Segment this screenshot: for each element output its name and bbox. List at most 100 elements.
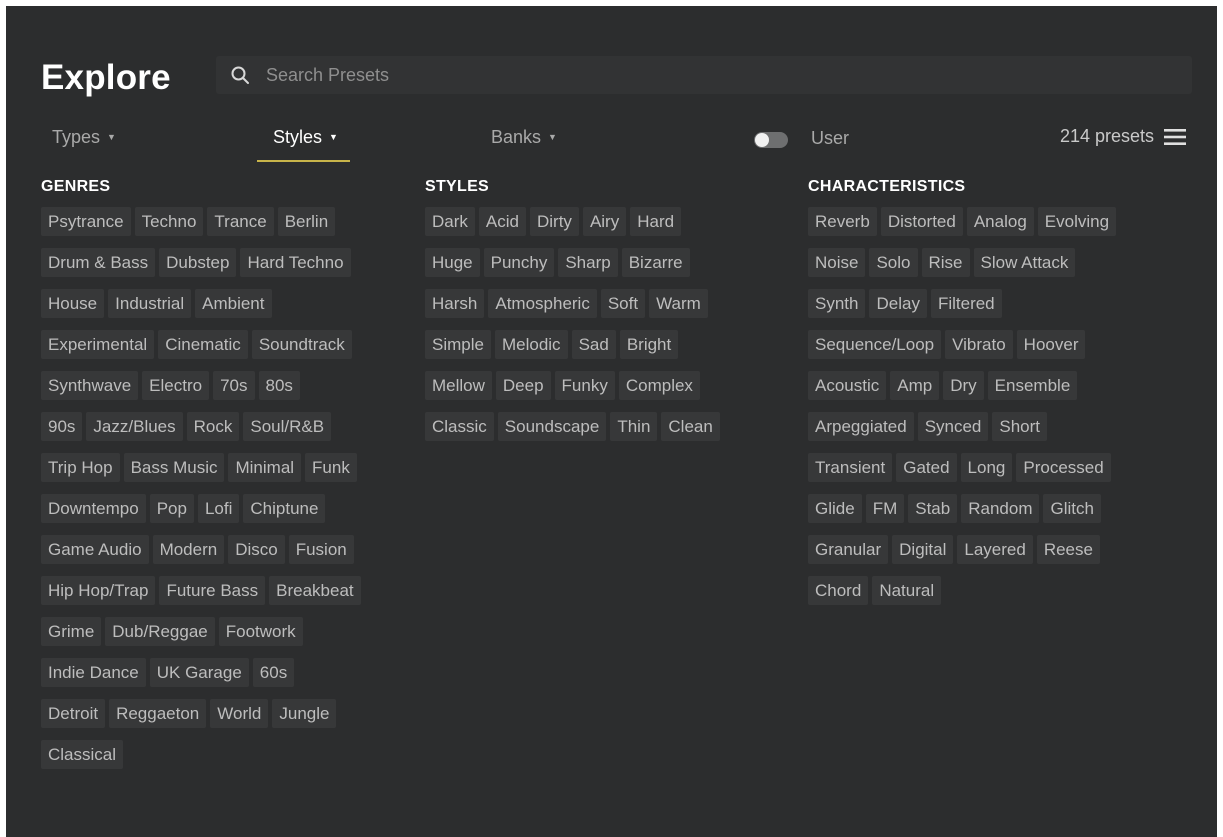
styles-dropdown[interactable]: Styles ▼ (273, 127, 338, 148)
filter-tag[interactable]: Glitch (1043, 494, 1101, 523)
filter-tag[interactable]: Dark (425, 207, 475, 236)
filter-tag[interactable]: Processed (1016, 453, 1111, 482)
filter-tag[interactable]: Classical (41, 740, 124, 769)
filter-tag[interactable]: Amp (890, 371, 940, 400)
filter-tag[interactable]: Arpeggiated (808, 412, 914, 441)
filter-tag[interactable]: Dub/Reggae (105, 617, 215, 646)
filter-tag[interactable]: Jungle (272, 699, 337, 728)
filter-tag[interactable]: Soft (600, 289, 646, 318)
filter-tag[interactable]: Stab (908, 494, 958, 523)
filter-tag[interactable]: Psytrance (41, 207, 131, 236)
filter-tag[interactable]: 90s (41, 412, 83, 441)
filter-tag[interactable]: Mellow (425, 371, 492, 400)
filter-tag[interactable]: World (210, 699, 269, 728)
filter-tag[interactable]: Dirty (529, 207, 579, 236)
search-input[interactable] (264, 63, 1168, 87)
filter-tag[interactable]: Warm (649, 289, 708, 318)
filter-tag[interactable]: Vibrato (945, 330, 1013, 359)
filter-tag[interactable]: Modern (152, 535, 225, 564)
filter-tag[interactable]: Synthwave (41, 371, 139, 400)
filter-tag[interactable]: Synth (808, 289, 866, 318)
filter-tag[interactable]: Funky (554, 371, 615, 400)
filter-tag[interactable]: Melodic (494, 330, 568, 359)
filter-tag[interactable]: Techno (134, 207, 204, 236)
filter-tag[interactable]: Electro (142, 371, 210, 400)
filter-tag[interactable]: Ambient (195, 289, 272, 318)
filter-tag[interactable]: Glide (808, 494, 862, 523)
search-bar[interactable] (216, 56, 1192, 94)
filter-tag[interactable]: Chord (808, 576, 869, 605)
filter-tag[interactable]: Reverb (808, 207, 877, 236)
filter-tag[interactable]: Simple (425, 330, 491, 359)
banks-dropdown[interactable]: Banks ▼ (491, 127, 557, 148)
filter-tag[interactable]: Slow Attack (973, 248, 1076, 277)
filter-tag[interactable]: Random (961, 494, 1040, 523)
filter-tag[interactable]: Cinematic (158, 330, 248, 359)
filter-tag[interactable]: Trip Hop (41, 453, 120, 482)
filter-tag[interactable]: Bright (619, 330, 679, 359)
filter-tag[interactable]: Delay (869, 289, 927, 318)
filter-tag[interactable]: Synced (917, 412, 989, 441)
filter-tag[interactable]: Rise (921, 248, 970, 277)
types-dropdown[interactable]: Types ▼ (52, 127, 116, 148)
filter-tag[interactable]: Natural (872, 576, 942, 605)
filter-tag[interactable]: UK Garage (149, 658, 249, 687)
filter-tag[interactable]: Granular (808, 535, 889, 564)
filter-tag[interactable]: Acid (478, 207, 526, 236)
filter-tag[interactable]: Drum & Bass (41, 248, 156, 277)
filter-tag[interactable]: Reggaeton (109, 699, 207, 728)
filter-tag[interactable]: Transient (808, 453, 893, 482)
filter-tag[interactable]: Hip Hop/Trap (41, 576, 156, 605)
filter-tag[interactable]: Hoover (1016, 330, 1086, 359)
filter-tag[interactable]: Long (960, 453, 1013, 482)
filter-tag[interactable]: 60s (252, 658, 295, 687)
filter-tag[interactable]: Trance (207, 207, 274, 236)
filter-tag[interactable]: Fusion (288, 535, 354, 564)
filter-tag[interactable]: Hard Techno (240, 248, 351, 277)
filter-tag[interactable]: Future Bass (159, 576, 266, 605)
filter-tag[interactable]: Analog (966, 207, 1034, 236)
filter-tag[interactable]: Dubstep (159, 248, 237, 277)
filter-tag[interactable]: Thin (610, 412, 658, 441)
hamburger-menu-icon[interactable] (1164, 128, 1186, 146)
filter-tag[interactable]: Detroit (41, 699, 106, 728)
filter-tag[interactable]: Industrial (108, 289, 192, 318)
filter-tag[interactable]: Complex (618, 371, 700, 400)
filter-tag[interactable]: Filtered (930, 289, 1002, 318)
filter-tag[interactable]: Distorted (880, 207, 963, 236)
filter-tag[interactable]: Rock (186, 412, 240, 441)
filter-tag[interactable]: Lofi (197, 494, 240, 523)
filter-tag[interactable]: Sad (571, 330, 616, 359)
filter-tag[interactable]: Huge (425, 248, 480, 277)
filter-tag[interactable]: Sharp (558, 248, 618, 277)
filter-tag[interactable]: Short (992, 412, 1048, 441)
filter-tag[interactable]: Hard (630, 207, 682, 236)
filter-tag[interactable]: Disco (228, 535, 285, 564)
filter-tag[interactable]: Experimental (41, 330, 155, 359)
filter-tag[interactable]: 70s (213, 371, 255, 400)
filter-tag[interactable]: FM (865, 494, 905, 523)
filter-tag[interactable]: Soundtrack (251, 330, 352, 359)
user-toggle[interactable] (754, 132, 788, 148)
filter-tag[interactable]: 80s (258, 371, 300, 400)
filter-tag[interactable]: Sequence/Loop (808, 330, 942, 359)
filter-tag[interactable]: Layered (957, 535, 1033, 564)
filter-tag[interactable]: Indie Dance (41, 658, 146, 687)
filter-tag[interactable]: Minimal (228, 453, 302, 482)
filter-tag[interactable]: Footwork (218, 617, 303, 646)
filter-tag[interactable]: Noise (808, 248, 866, 277)
filter-tag[interactable]: Airy (582, 207, 627, 236)
filter-tag[interactable]: Dry (943, 371, 984, 400)
filter-tag[interactable]: Bass Music (123, 453, 225, 482)
filter-tag[interactable]: Deep (495, 371, 551, 400)
filter-tag[interactable]: Classic (425, 412, 494, 441)
filter-tag[interactable]: Reese (1036, 535, 1100, 564)
filter-tag[interactable]: Berlin (277, 207, 336, 236)
filter-tag[interactable]: Jazz/Blues (86, 412, 183, 441)
filter-tag[interactable]: Punchy (483, 248, 555, 277)
filter-tag[interactable]: Ensemble (987, 371, 1078, 400)
filter-tag[interactable]: Harsh (425, 289, 485, 318)
filter-tag[interactable]: Solo (869, 248, 918, 277)
filter-tag[interactable]: Clean (661, 412, 720, 441)
filter-tag[interactable]: Soul/R&B (243, 412, 332, 441)
